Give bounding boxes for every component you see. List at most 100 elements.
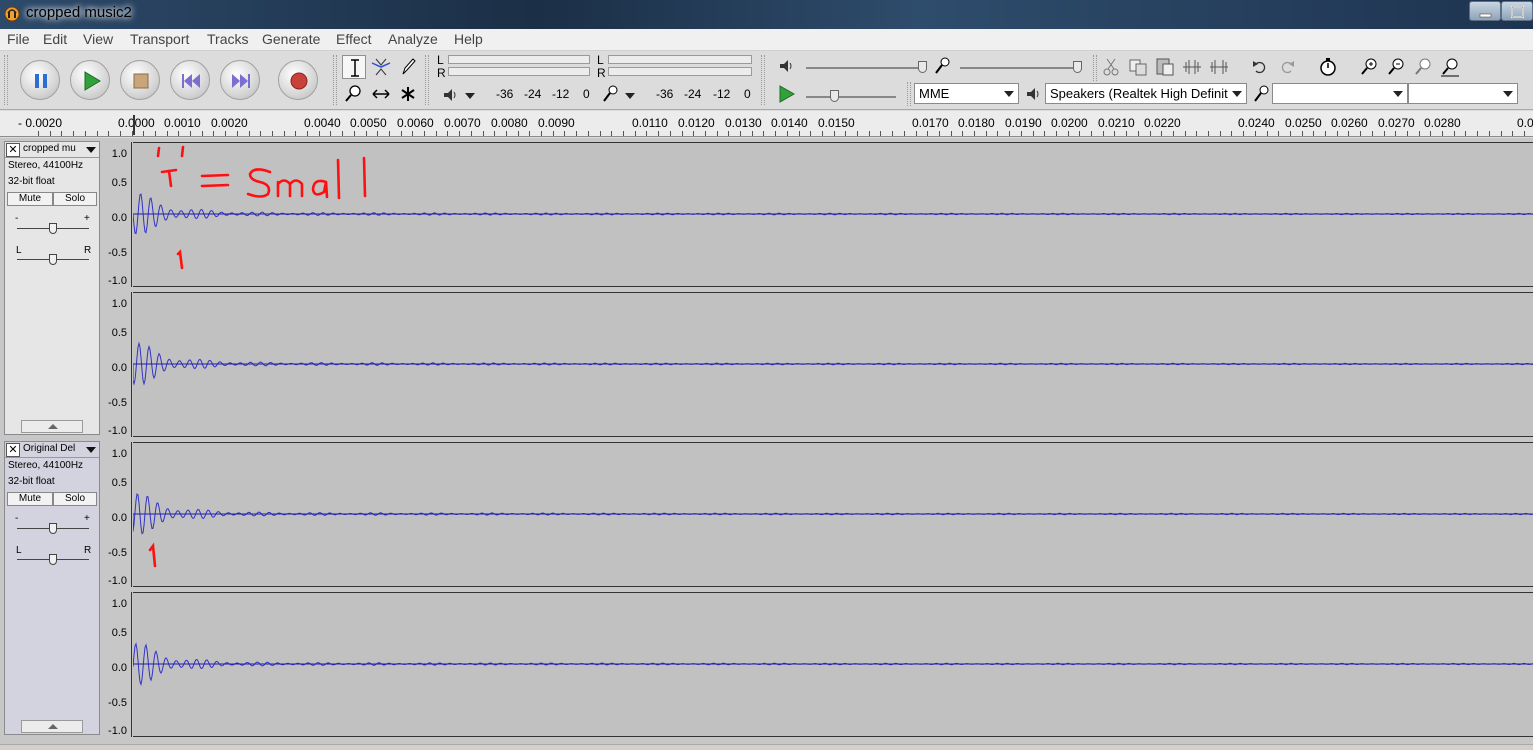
ruler-tick [1419,131,1420,136]
play-meter-left[interactable] [448,55,590,64]
solo-button[interactable]: Solo [53,192,97,206]
record-button[interactable] [278,60,318,100]
scale-label: -0.5 [108,697,127,709]
waveform-channel[interactable] [133,292,1533,437]
input-volume-slider[interactable] [1073,61,1082,73]
toolbar-grip[interactable] [761,55,765,105]
menu-tracks[interactable]: Tracks [207,31,248,47]
timeline-ruler[interactable]: - 0.0020 0.0000 0.0010 0.0020 0.0040 0.0050 0.… [0,111,1533,137]
audacity-window: cropped music2 File Edit View Transport … [0,0,1533,750]
solo-button[interactable]: Solo [53,492,97,506]
track-menu-dropdown-icon[interactable] [86,447,96,453]
vertical-scale[interactable]: 1.0 0.5 0.0 -0.5 -1.0 [100,292,132,437]
silence-icon[interactable] [1208,56,1230,78]
multi-tool[interactable] [396,82,420,106]
vertical-scale[interactable]: 1.0 0.5 0.0 -0.5 -1.0 [100,592,132,737]
stop-button[interactable] [120,60,160,100]
close-track-button[interactable]: ✕ [6,143,20,157]
menu-effect[interactable]: Effect [336,31,372,47]
selection-tool[interactable] [342,55,366,79]
ruler-label: 0.0110 [632,116,668,130]
menu-file[interactable]: File [7,31,30,47]
gain-slider[interactable] [49,223,57,234]
ruler-tick [974,131,975,136]
menu-transport[interactable]: Transport [130,31,189,47]
ruler-tick [1313,131,1314,136]
track-control-panel[interactable]: ✕ Original Del Stereo, 44100Hz 32-bit fl… [4,441,100,735]
play-meter-dropdown-icon[interactable] [460,84,482,106]
redo-icon[interactable] [1276,56,1298,78]
mute-button[interactable]: Mute [7,492,53,506]
close-track-button[interactable]: ✕ [6,443,20,457]
toolbar-grip[interactable] [4,55,8,105]
cut-icon[interactable] [1100,56,1122,78]
ruler-tick [1348,131,1349,136]
pan-slider[interactable] [49,554,57,565]
time-shift-tool[interactable] [369,82,393,106]
zoom-in-icon[interactable] [1358,56,1380,78]
collapse-track-button[interactable] [21,420,83,433]
collapse-track-button[interactable] [21,720,83,733]
play-meter-right[interactable] [448,67,590,76]
output-device-select[interactable]: Speakers (Realtek High Definit [1045,83,1247,104]
input-device-select[interactable] [1272,83,1408,104]
mute-button[interactable]: Mute [7,192,53,206]
menu-view[interactable]: View [83,31,113,47]
envelope-tool[interactable] [369,55,393,79]
ruler-tick [1302,131,1303,136]
skip-to-end-button[interactable] [220,60,260,100]
scale-label: 0.5 [111,477,127,489]
ruler-tick [73,131,74,136]
play-at-speed-icon[interactable] [775,83,797,105]
pan-slider[interactable] [49,254,57,265]
track-name[interactable]: Original Del [23,443,83,454]
sync-lock-icon[interactable] [1317,56,1339,78]
fit-selection-icon[interactable] [1412,56,1434,78]
ruler-label: 0.0 [1517,116,1533,130]
record-meter-scale-24: -24 [684,87,702,101]
undo-icon[interactable] [1249,56,1271,78]
menu-analyze[interactable]: Analyze [388,31,438,47]
play-speed-slider[interactable] [830,90,839,102]
menu-edit[interactable]: Edit [43,31,67,47]
ruler-tick [1068,131,1069,136]
track-menu-dropdown-icon[interactable] [86,147,96,153]
ruler-tick [1278,131,1279,136]
trim-icon[interactable] [1181,56,1203,78]
output-volume-slider[interactable] [918,61,927,73]
play-speed-track[interactable] [806,96,896,98]
toolbar-grip[interactable] [1093,55,1097,81]
toolbar-grip[interactable] [425,55,429,105]
record-meter-dropdown-icon[interactable] [620,84,642,106]
ruler-tick [553,131,554,136]
menu-generate[interactable]: Generate [262,31,320,47]
play-button[interactable] [70,60,110,100]
waveform-channel[interactable] [133,592,1533,737]
zoom-out-icon[interactable] [1385,56,1407,78]
input-channels-select[interactable] [1408,83,1518,104]
audio-host-select[interactable]: MME [914,83,1019,104]
toolbar-grip[interactable] [907,82,911,106]
pause-button[interactable] [20,60,60,100]
fit-project-icon[interactable] [1439,56,1461,78]
draw-tool[interactable] [396,55,420,79]
skip-to-start-button[interactable] [170,60,210,100]
minimize-button[interactable] [1469,1,1501,21]
paste-icon[interactable] [1154,56,1176,78]
vertical-scale[interactable]: 1.0 0.5 0.0 -0.5 -1.0 [100,142,132,287]
copy-icon[interactable] [1127,56,1149,78]
waveform-channel[interactable] [133,442,1533,587]
output-volume-track[interactable] [806,67,926,69]
input-volume-track[interactable] [960,67,1080,69]
vertical-scale[interactable]: 1.0 0.5 0.0 -0.5 -1.0 [100,442,132,587]
zoom-tool[interactable] [342,82,366,106]
gain-slider[interactable] [49,523,57,534]
scale-label: 1.0 [111,598,127,610]
track-control-panel[interactable]: ✕ cropped mu Stereo, 44100Hz 32-bit floa… [4,141,100,435]
maximize-button[interactable] [1501,1,1533,21]
toolbar-grip[interactable] [333,55,337,105]
menu-help[interactable]: Help [454,31,483,47]
track-name[interactable]: cropped mu [23,143,83,154]
record-meter-left[interactable] [608,55,752,64]
record-meter-right[interactable] [608,67,752,76]
